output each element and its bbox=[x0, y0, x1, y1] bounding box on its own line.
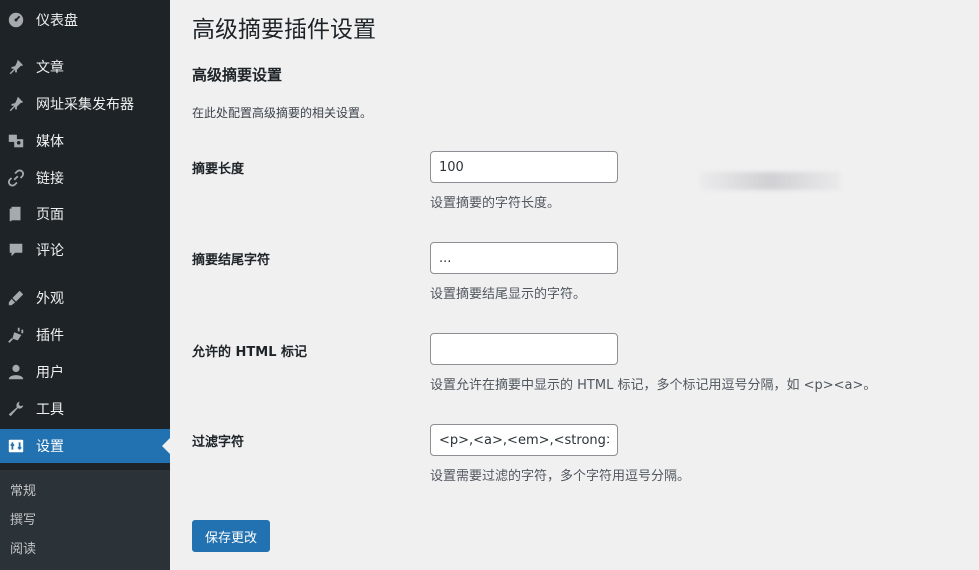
excerpt-length-input[interactable] bbox=[430, 151, 618, 183]
wrench-icon bbox=[6, 399, 26, 419]
allowed-html-input[interactable] bbox=[430, 333, 618, 365]
sidebar-item-appearance[interactable]: 外观 bbox=[0, 281, 170, 315]
excerpt-length-label: 摘要长度 bbox=[192, 162, 245, 177]
allowed-html-help: 设置允许在摘要中显示的 HTML 标记，多个标记用逗号分隔，如 <p><a>。 bbox=[430, 378, 877, 393]
link-icon bbox=[6, 168, 26, 188]
submenu-item-general[interactable]: 常规 bbox=[10, 480, 36, 499]
blurred-region bbox=[700, 172, 840, 190]
admin-sidebar: 仪表盘 文章 网址采集发布器 媒体 链接 页面 评论 外观 插件 用户 工具 设… bbox=[0, 0, 170, 570]
sidebar-item-links[interactable]: 链接 bbox=[0, 161, 170, 195]
excerpt-ending-input[interactable] bbox=[430, 242, 618, 274]
excerpt-length-help: 设置摘要的字符长度。 bbox=[430, 196, 561, 211]
sidebar-item-url-publisher[interactable]: 网址采集发布器 bbox=[0, 87, 170, 121]
sidebar-item-pages[interactable]: 页面 bbox=[0, 197, 170, 231]
page-icon bbox=[6, 204, 26, 224]
filter-chars-input[interactable] bbox=[430, 424, 618, 456]
sidebar-item-comments[interactable]: 评论 bbox=[0, 233, 170, 267]
pin-icon bbox=[6, 57, 26, 77]
sidebar-item-dashboard[interactable]: 仪表盘 bbox=[0, 3, 170, 37]
sidebar-item-label: 网址采集发布器 bbox=[36, 97, 134, 113]
section-title: 高级摘要设置 bbox=[192, 66, 283, 84]
excerpt-ending-label: 摘要结尾字符 bbox=[192, 253, 271, 268]
media-icon bbox=[6, 131, 26, 151]
settings-icon bbox=[6, 436, 26, 456]
dashboard-icon bbox=[6, 10, 26, 30]
filter-chars-label: 过滤字符 bbox=[192, 435, 245, 450]
save-changes-button[interactable]: 保存更改 bbox=[192, 520, 271, 552]
sidebar-item-label: 工具 bbox=[36, 402, 64, 418]
sidebar-item-label: 仪表盘 bbox=[36, 13, 78, 29]
pin-icon bbox=[6, 94, 26, 114]
appearance-icon bbox=[6, 288, 26, 308]
user-icon bbox=[6, 362, 26, 382]
sidebar-item-label: 插件 bbox=[36, 328, 64, 344]
main-content: 高级摘要插件设置 高级摘要设置 在此处配置高级摘要的相关设置。 摘要长度 设置摘… bbox=[170, 0, 979, 570]
sidebar-item-label: 用户 bbox=[36, 365, 64, 381]
plugin-icon bbox=[6, 325, 26, 345]
sidebar-item-settings[interactable]: 设置 bbox=[0, 429, 170, 463]
sidebar-item-tools[interactable]: 工具 bbox=[0, 392, 170, 426]
sidebar-item-label: 页面 bbox=[36, 207, 64, 223]
settings-submenu: 常规 撰写 阅读 bbox=[0, 470, 170, 570]
page-title: 高级摘要插件设置 bbox=[192, 17, 376, 43]
sidebar-item-posts[interactable]: 文章 bbox=[0, 50, 170, 84]
submenu-item-writing[interactable]: 撰写 bbox=[10, 509, 36, 528]
section-description: 在此处配置高级摘要的相关设置。 bbox=[192, 106, 373, 120]
sidebar-item-label: 链接 bbox=[36, 171, 64, 187]
sidebar-item-users[interactable]: 用户 bbox=[0, 355, 170, 389]
filter-chars-help: 设置需要过滤的字符，多个字符用逗号分隔。 bbox=[430, 469, 691, 484]
allowed-html-label: 允许的 HTML 标记 bbox=[192, 345, 308, 360]
sidebar-item-media[interactable]: 媒体 bbox=[0, 124, 170, 158]
submenu-item-reading[interactable]: 阅读 bbox=[10, 538, 36, 557]
sidebar-item-label: 评论 bbox=[36, 243, 64, 259]
sidebar-item-label: 文章 bbox=[36, 60, 64, 76]
comment-icon bbox=[6, 240, 26, 260]
sidebar-item-label: 外观 bbox=[36, 291, 64, 307]
excerpt-ending-help: 设置摘要结尾显示的字符。 bbox=[430, 287, 587, 302]
sidebar-item-plugins[interactable]: 插件 bbox=[0, 318, 170, 352]
sidebar-item-label: 媒体 bbox=[36, 134, 64, 150]
sidebar-item-label: 设置 bbox=[36, 439, 64, 455]
